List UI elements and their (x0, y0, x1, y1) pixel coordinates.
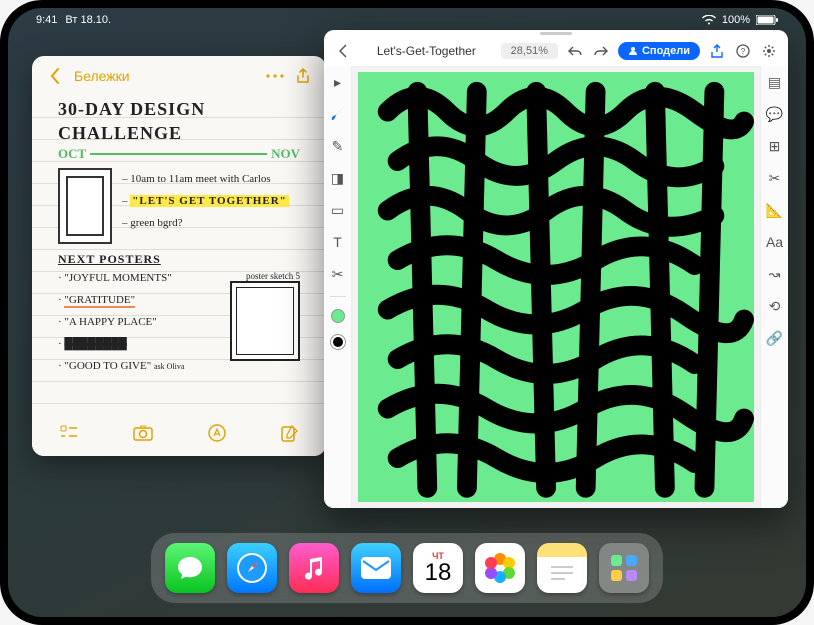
panel-transform-icon[interactable]: ⟲ (765, 296, 785, 316)
color-swatch-green[interactable] (331, 309, 345, 323)
notes-body[interactable]: 30-DAY DESIGN CHALLENGE OCT NOV – 10am t… (32, 96, 326, 416)
dock-app-calendar[interactable]: ЧТ 18 (413, 543, 463, 593)
left-tool-rail: ▸ ✎ ◨ ▭ T ✂ (324, 66, 352, 508)
notes-back-label[interactable]: Бележки (74, 68, 130, 84)
note-title-line1: 30-DAY DESIGN (58, 96, 300, 120)
notes-app-window[interactable]: Бележки 30-DAY DESIGN CHALLENGE OCT NOV … (32, 56, 326, 456)
color-swatch-black[interactable] (331, 335, 345, 349)
note-month-to: NOV (271, 146, 300, 162)
dock-app-safari[interactable] (227, 543, 277, 593)
panel-text-style-icon[interactable]: Aa (765, 232, 785, 252)
note-sketch-thumbnail (58, 168, 112, 244)
notes-back-chevron-icon[interactable] (46, 68, 64, 84)
tool-brush-icon[interactable] (328, 104, 348, 124)
panel-layers-icon[interactable]: ▤ (765, 72, 785, 92)
dock-app-photos[interactable] (475, 543, 525, 593)
note-section-heading: NEXT POSTERS (58, 252, 300, 267)
note-month-underline (90, 153, 267, 155)
panel-cut-icon[interactable]: ✂ (765, 168, 785, 188)
panel-link-icon[interactable]: 🔗 (765, 328, 785, 348)
wifi-icon (702, 15, 716, 25)
draw-back-chevron-icon[interactable] (334, 44, 352, 58)
note-bullet-3: green bgrd? (130, 217, 182, 229)
panel-path-icon[interactable]: ↝ (765, 264, 785, 284)
drawing-app-window[interactable]: Let's-Get-Together 28,51% Сподели ? ▸ ✎ … (324, 30, 788, 508)
dock-app-library[interactable] (599, 543, 649, 593)
note-list-item-1: "JOYFUL MOMENTS" (64, 272, 171, 284)
notes-compose-icon[interactable] (281, 424, 299, 447)
note-title-line2: CHALLENGE (58, 120, 300, 144)
draw-zoom-indicator[interactable]: 28,51% (501, 43, 558, 59)
note-list-item-2: "GRATITUDE" (64, 294, 135, 308)
notes-markup-icon[interactable] (208, 424, 226, 447)
draw-share-button[interactable]: Сподели (618, 42, 700, 60)
dock-app-notes[interactable] (537, 543, 587, 593)
draw-settings-gear-icon[interactable] (760, 44, 778, 58)
svg-text:?: ? (741, 47, 746, 56)
note-bullet-2-highlight: "LET'S GET TOGETHER" (130, 195, 289, 207)
draw-doc-title: Let's-Get-Together (360, 44, 493, 58)
status-bar: 9:41 Вт 18.10. 100% (8, 8, 806, 32)
undo-icon[interactable] (566, 45, 584, 57)
note-list-item-4-scratched: ████████ (64, 338, 126, 350)
draw-export-icon[interactable] (708, 44, 726, 58)
poster-sketch-caption: poster sketch 5 (230, 271, 300, 281)
tool-divider (330, 296, 346, 297)
note-list-item-3: "A HAPPY PLACE" (64, 316, 156, 328)
tool-slice-icon[interactable]: ✂ (328, 264, 348, 284)
tool-text-icon[interactable]: T (328, 232, 348, 252)
status-time: 9:41 (36, 14, 57, 26)
notes-more-icon[interactable] (266, 74, 284, 78)
note-bullet-1: 10am to 11am meet with Carlos (130, 173, 270, 185)
panel-comments-icon[interactable]: 💬 (765, 104, 785, 124)
draw-share-label: Сподели (642, 45, 690, 57)
dock: ЧТ 18 (151, 533, 663, 603)
canvas[interactable] (358, 72, 754, 502)
dock-app-mail[interactable] (351, 543, 401, 593)
tool-pencil-icon[interactable]: ✎ (328, 136, 348, 156)
poster-sketch-frame (230, 281, 300, 361)
artwork-brush-lettering (358, 72, 754, 498)
panel-ruler-icon[interactable]: 📐 (765, 200, 785, 220)
note-list-item-5: "GOOD TO GIVE" (64, 360, 151, 372)
tool-shape-icon[interactable]: ▭ (328, 200, 348, 220)
note-month-from: OCT (58, 146, 86, 162)
calendar-day-number: 18 (425, 561, 452, 585)
tool-cursor-icon[interactable]: ▸ (328, 72, 348, 92)
battery-pct: 100% (722, 14, 750, 26)
status-date: Вт 18.10. (65, 14, 111, 26)
tool-eraser-icon[interactable]: ◨ (328, 168, 348, 188)
note-ask-label: ask Oliva (154, 362, 184, 371)
panel-align-icon[interactable]: ⊞ (765, 136, 785, 156)
draw-help-icon[interactable]: ? (734, 44, 752, 58)
right-tool-rail: ▤ 💬 ⊞ ✂ 📐 Aa ↝ ⟲ 🔗 (760, 66, 788, 508)
redo-icon[interactable] (592, 45, 610, 57)
canvas-area[interactable] (352, 66, 760, 508)
notes-camera-icon[interactable] (133, 425, 153, 446)
notes-checklist-icon[interactable] (60, 424, 78, 447)
battery-icon (756, 15, 778, 25)
dock-app-music[interactable] (289, 543, 339, 593)
dock-app-messages[interactable] (165, 543, 215, 593)
notes-share-icon[interactable] (294, 68, 312, 84)
